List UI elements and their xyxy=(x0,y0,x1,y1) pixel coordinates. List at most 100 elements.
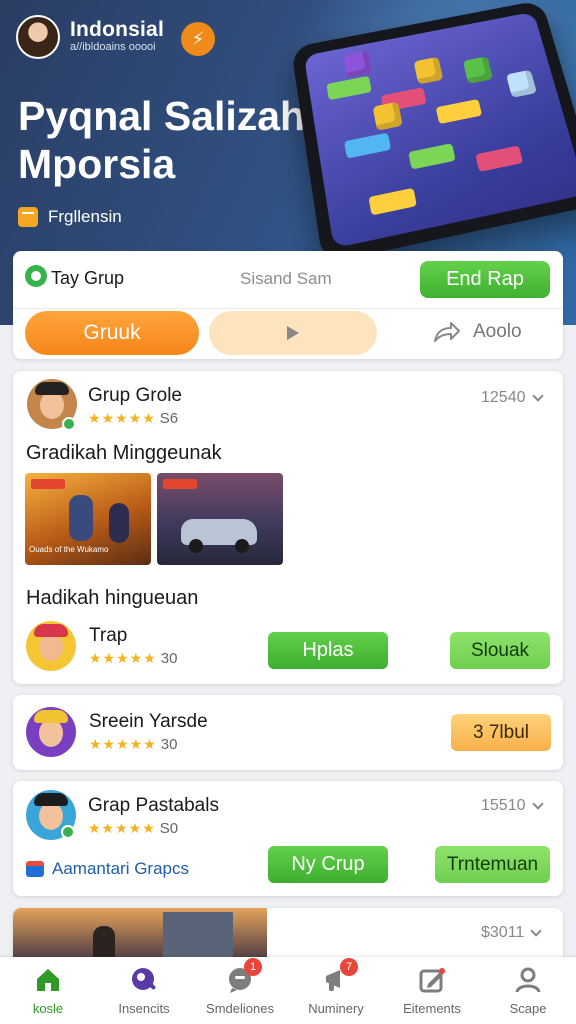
rating-value: 30 xyxy=(160,736,178,753)
nav-home[interactable]: kosle xyxy=(0,957,96,1024)
game-piece xyxy=(505,69,537,98)
avatar-face xyxy=(39,802,63,830)
online-badge xyxy=(62,417,76,431)
meta-value: 15510 xyxy=(481,797,526,814)
rating-stars: ★★★★★ S6 xyxy=(88,410,178,427)
stars-glyphs: ★★★★★ xyxy=(89,650,157,666)
game-piece xyxy=(462,56,494,84)
nav-label: Insencits xyxy=(118,1001,170,1016)
group-icon xyxy=(25,265,47,287)
section-title: Gradikah Minggeunak xyxy=(26,442,222,464)
hero-title: Pyqnal Salizah Mporsia xyxy=(18,93,306,187)
thumb-caption: Ouads of the Wukamo xyxy=(29,545,109,554)
insights-icon xyxy=(132,968,156,990)
hero-tag-label: Frɡllensin xyxy=(48,207,122,226)
avatar[interactable] xyxy=(26,621,76,671)
avatar-hat xyxy=(34,793,68,806)
group-label: Tay Grup xyxy=(51,268,125,288)
board-tile xyxy=(408,143,456,170)
nav-label: kosle xyxy=(32,1001,64,1016)
avatar-face xyxy=(39,719,63,747)
stars-glyphs: ★★★★★ xyxy=(89,736,157,752)
rating-value: 30 xyxy=(160,650,178,667)
slouak-button[interactable]: Slouak xyxy=(450,632,550,669)
online-badge xyxy=(61,825,75,839)
card-meta[interactable]: 15510 xyxy=(481,797,544,815)
card-meta[interactable]: $3011 xyxy=(481,924,542,942)
gruuk-button[interactable]: Gruuk xyxy=(25,311,199,355)
share-button[interactable]: Aoolo xyxy=(431,319,522,345)
group-link-label: Aamantari Grapcs xyxy=(52,859,189,878)
nav-insights[interactable]: Insencits xyxy=(96,957,192,1024)
card-name: Grup Grole xyxy=(88,385,182,406)
nav-label: Scape xyxy=(509,1001,547,1016)
card-name: Grap Pastabals xyxy=(88,795,219,816)
trntemuan-button[interactable]: Trntemuan xyxy=(435,846,550,883)
avatar-hat xyxy=(34,624,68,637)
nav-label: Numinery xyxy=(308,1001,364,1016)
rating-value: S0 xyxy=(159,820,179,837)
game-piece xyxy=(413,56,444,85)
rating-value: S6 xyxy=(159,410,179,427)
car-wheel xyxy=(189,539,203,553)
notification-badge: 7 xyxy=(340,958,358,976)
profile-icon xyxy=(515,967,541,993)
media-thumbnail[interactable]: Ouads of the Wukamo xyxy=(25,473,151,565)
feed-card[interactable]: Grap Pastabals ★★★★★ S0 15510 Aamantari G… xyxy=(13,781,563,896)
nav-profile[interactable]: Scape xyxy=(480,957,576,1024)
edit-icon xyxy=(419,968,445,993)
meta-value: $3011 xyxy=(481,924,525,941)
nav-messages[interactable]: 1 Smdeliones xyxy=(192,957,288,1024)
board-tile xyxy=(344,132,392,159)
group-link[interactable]: Aamantari Grapcs xyxy=(26,859,189,879)
nav-summary[interactable]: 7 Numinery xyxy=(288,957,384,1024)
play-icon xyxy=(287,326,299,340)
rating-stars: ★★★★★ 30 xyxy=(89,650,177,667)
avatar[interactable] xyxy=(26,707,76,757)
end-rap-button[interactable]: End Rap xyxy=(420,261,550,298)
stars-glyphs: ★★★★★ xyxy=(88,820,156,836)
car-wheel xyxy=(235,539,249,553)
meta-value: 12540 xyxy=(481,389,526,406)
section-title: Hadikah hingueuan xyxy=(26,587,199,609)
hero-tag[interactable]: Frɡllensin xyxy=(18,207,122,227)
rating-stars: ★★★★★ S0 xyxy=(88,820,178,837)
divider xyxy=(13,308,563,309)
app-subtitle: a//ibldoains ooooi xyxy=(70,41,156,53)
board-tile xyxy=(475,145,524,172)
sub-name: Trap xyxy=(89,625,128,646)
media-thumbnail[interactable] xyxy=(157,473,283,565)
group-link-icon xyxy=(26,861,44,877)
card-meta[interactable]: 12540 xyxy=(481,389,544,407)
avatar-face xyxy=(39,633,63,661)
brand-badge-icon[interactable]: ⚡ xyxy=(181,22,215,56)
board-tile xyxy=(326,75,372,101)
rating-stars: ★★★★★ 30 xyxy=(89,736,177,753)
card-name: Sreein Yarsde xyxy=(89,711,208,732)
chevron-down-icon xyxy=(531,798,544,810)
feed-card[interactable]: Sreein Yarsde ★★★★★ 30 3 7lbul xyxy=(13,695,563,770)
game-piece xyxy=(343,50,373,79)
ny-crup-button[interactable]: Ny Crup xyxy=(268,846,388,883)
chevron-down-icon xyxy=(530,925,542,937)
board-tile xyxy=(368,187,417,216)
notification-badge: 1 xyxy=(244,958,262,976)
thumb-badge xyxy=(163,479,197,489)
board-tile xyxy=(435,98,483,125)
feed-card[interactable]: Grup Grole ★★★★★ S6 12540 Gradikah Mingge… xyxy=(13,371,563,684)
play-button[interactable] xyxy=(209,311,377,355)
stars-glyphs: ★★★★★ xyxy=(88,410,156,426)
hplas-button[interactable]: Hplas xyxy=(268,632,388,669)
nav-label: Smdeliones xyxy=(206,1001,274,1016)
action-card: Tay Grup Sisand Sam End Rap Gruuk Aoolo xyxy=(13,251,563,359)
share-label: Aoolo xyxy=(473,321,522,342)
status-text: Sisand Sam xyxy=(240,269,332,288)
app-title: Indonsial xyxy=(70,18,164,41)
nav-statements[interactable]: Eitements xyxy=(384,957,480,1024)
nav-label: Eitements xyxy=(403,1001,461,1016)
price-button[interactable]: 3 7lbul xyxy=(451,714,551,751)
chevron-down-icon xyxy=(531,390,544,402)
profile-avatar[interactable] xyxy=(16,15,60,59)
avatar-hat xyxy=(34,710,68,723)
avatar-face xyxy=(40,391,64,419)
